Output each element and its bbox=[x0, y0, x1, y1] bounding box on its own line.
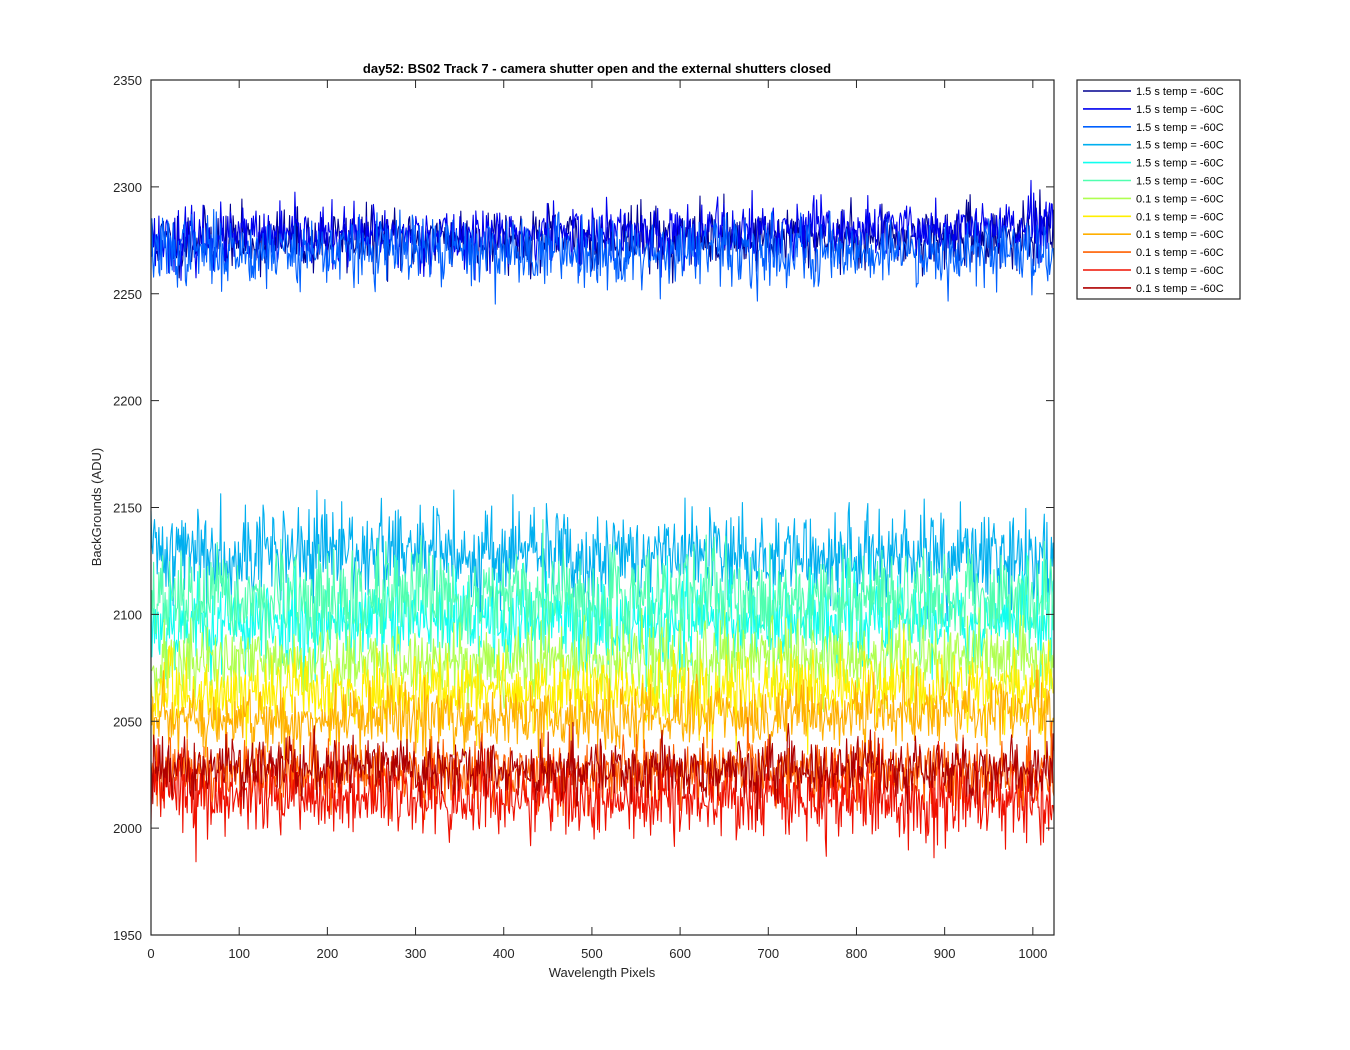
x-tick-label: 800 bbox=[846, 946, 868, 961]
legend-entry: 1.5 s temp = -60C bbox=[1136, 104, 1224, 116]
y-tick-label: 2100 bbox=[113, 607, 142, 622]
x-tick-label: 300 bbox=[405, 946, 427, 961]
legend-entry: 1.5 s temp = -60C bbox=[1136, 176, 1224, 188]
legend: 1.5 s temp = -60C 1.5 s temp = -60C 1.5 s … bbox=[1076, 79, 1241, 300]
legend-entry: 0.1 s temp = -60C bbox=[1136, 265, 1224, 277]
y-tick-label: 2000 bbox=[113, 821, 142, 836]
legend-entry: 1.5 s temp = -60C bbox=[1136, 158, 1224, 170]
chart: 0 100 200 300 400 500 600 700 800 900 1000 1950 200… bbox=[89, 61, 1241, 980]
x-tick-label: 200 bbox=[317, 946, 339, 961]
x-tick-label: 1000 bbox=[1018, 946, 1047, 961]
x-tick-label: 100 bbox=[228, 946, 250, 961]
x-tick-label: 400 bbox=[493, 946, 515, 961]
x-tick-label: 700 bbox=[757, 946, 779, 961]
y-tick-label: 2300 bbox=[113, 180, 142, 195]
legend-entry: 0.1 s temp = -60C bbox=[1136, 229, 1224, 241]
y-tick-label: 2150 bbox=[113, 501, 142, 516]
x-tick-label: 500 bbox=[581, 946, 603, 961]
chart-title: day52: BS02 Track 7 - camera shutter ope… bbox=[363, 61, 831, 76]
legend-entry: 1.5 s temp = -60C bbox=[1136, 86, 1224, 98]
y-tick-label: 2350 bbox=[113, 73, 142, 88]
x-tick-label: 900 bbox=[934, 946, 956, 961]
y-tick-label: 2250 bbox=[113, 287, 142, 302]
legend-entry: 1.5 s temp = -60C bbox=[1136, 140, 1224, 152]
legend-entry: 1.5 s temp = -60C bbox=[1136, 122, 1224, 134]
y-tick-label: 1950 bbox=[113, 928, 142, 943]
plot-area bbox=[151, 80, 1054, 935]
y-axis-label: BackGrounds (ADU) bbox=[89, 448, 104, 566]
legend-entry: 0.1 s temp = -60C bbox=[1136, 283, 1224, 295]
y-tick-label: 2200 bbox=[113, 394, 142, 409]
x-tick-label: 0 bbox=[147, 946, 154, 961]
y-tick-label: 2050 bbox=[113, 714, 142, 729]
legend-entry: 0.1 s temp = -60C bbox=[1136, 247, 1224, 259]
legend-entry: 0.1 s temp = -60C bbox=[1136, 211, 1224, 223]
x-axis-label: Wavelength Pixels bbox=[549, 965, 656, 980]
legend-entry: 0.1 s temp = -60C bbox=[1136, 193, 1224, 205]
x-tick-label: 600 bbox=[669, 946, 691, 961]
